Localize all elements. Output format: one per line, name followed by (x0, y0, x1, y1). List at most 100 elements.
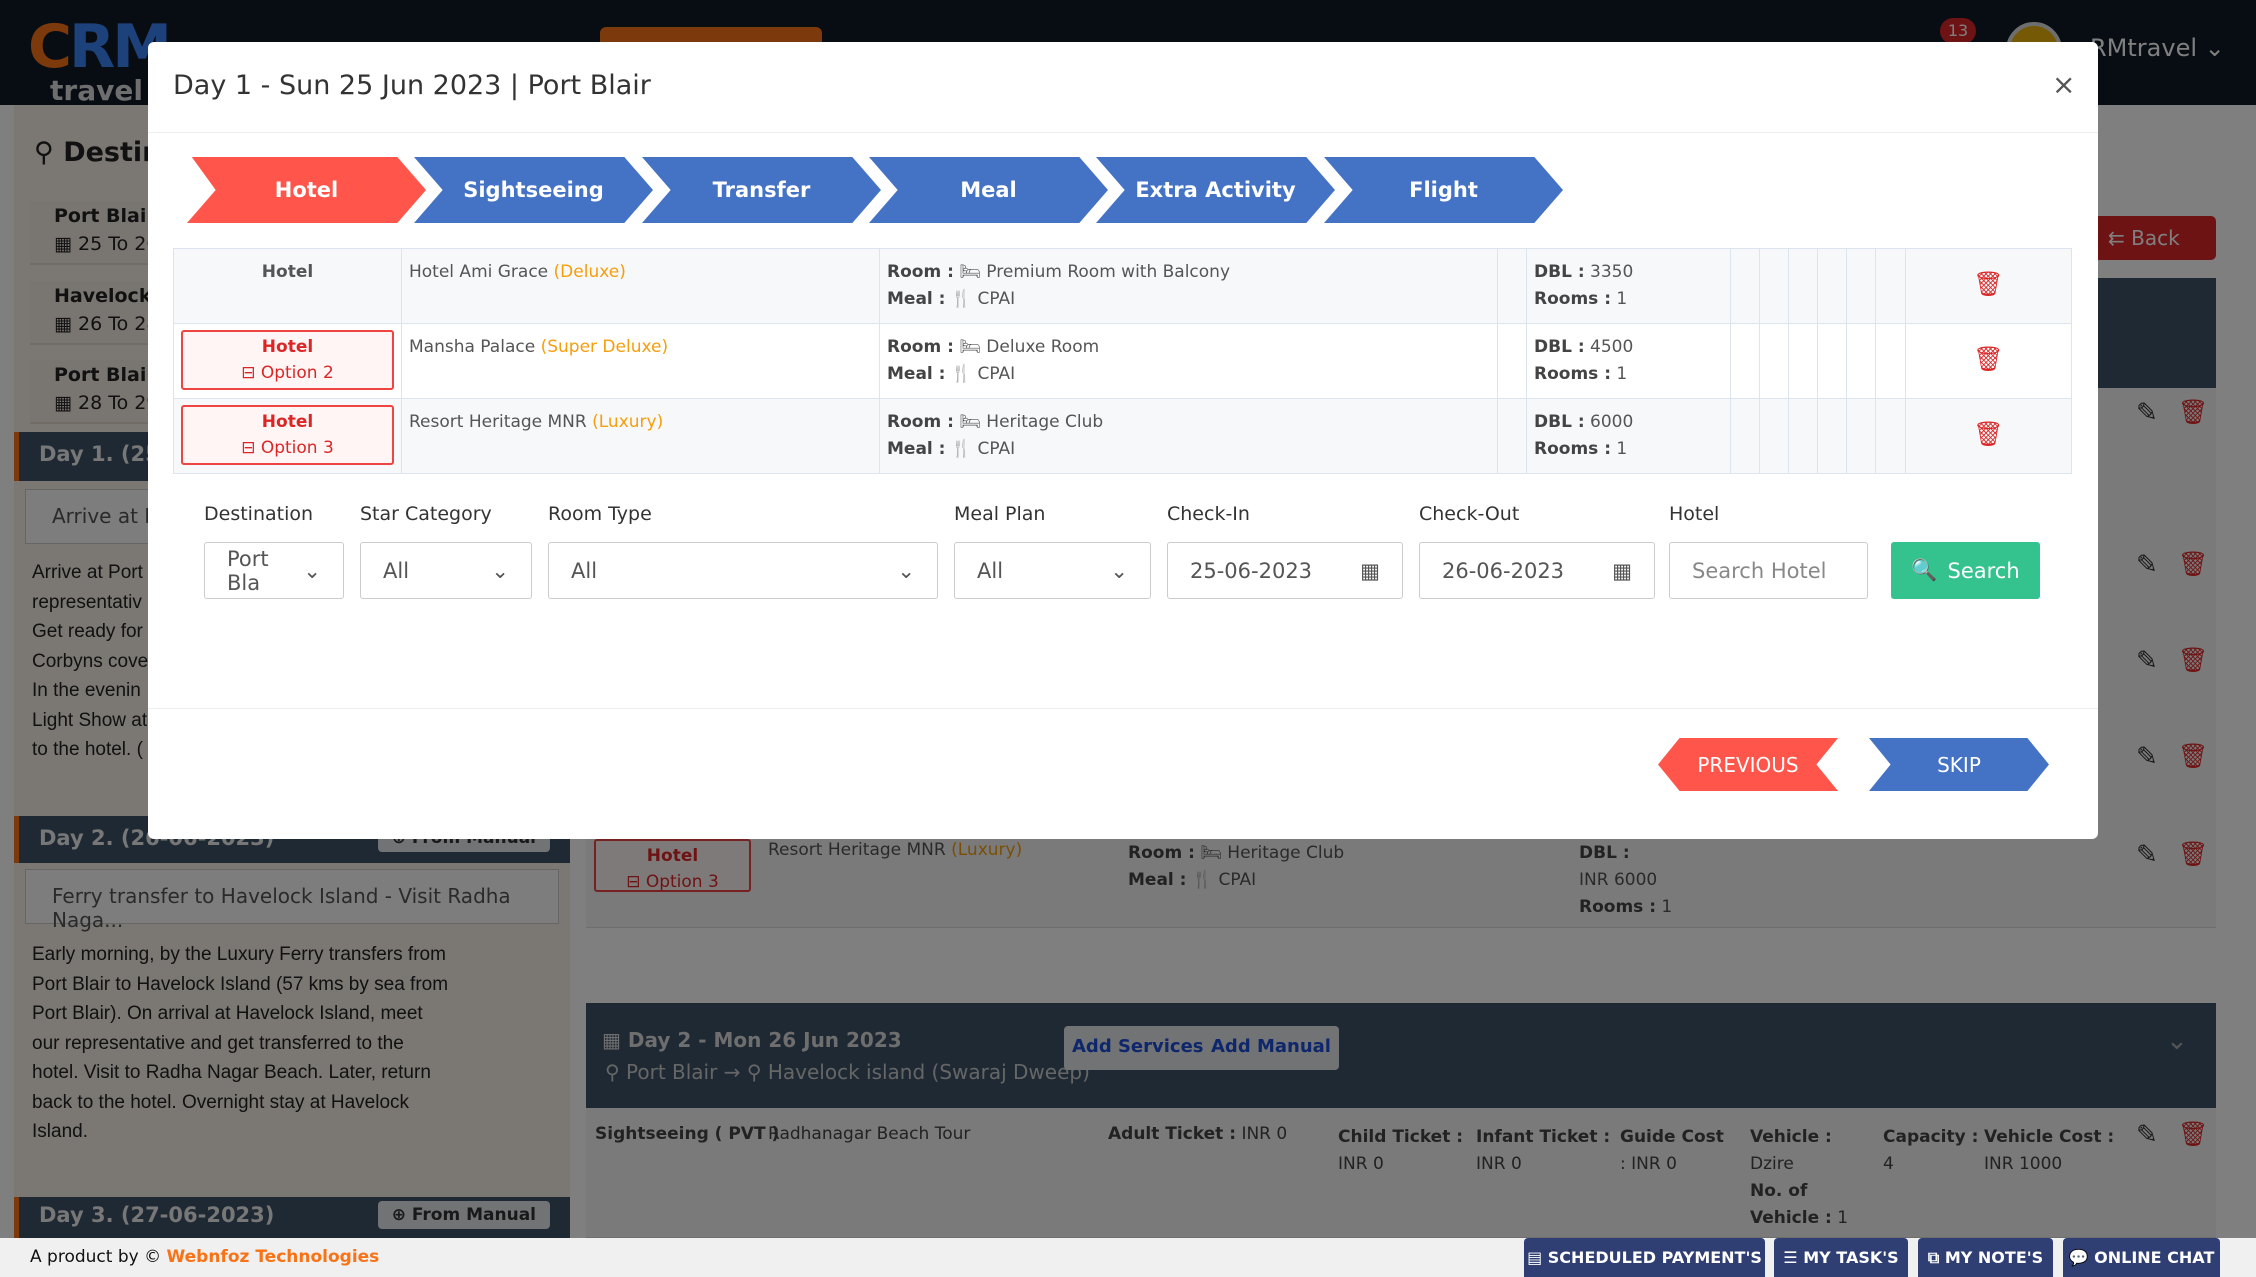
meal-label: Meal : (887, 364, 946, 384)
divider (148, 708, 2098, 709)
meal-plan-label: Meal Plan (954, 503, 1046, 525)
destination-select[interactable]: Port Bla ⌄ (204, 542, 344, 599)
meal-value: CPAI (977, 439, 1016, 459)
hotel-cell: Resort Heritage MNR (Luxury) (401, 398, 880, 474)
bed-icon: 🛏 (959, 337, 981, 357)
utensils-icon: 🍴 (950, 289, 973, 309)
room-type-label: Room Type (548, 503, 652, 525)
dbl-label: DBL : (1534, 412, 1585, 432)
hotel-category: (Super Deluxe) (540, 337, 669, 357)
bed-icon: 🛏 (959, 412, 981, 432)
trash-icon[interactable]: 🗑 (1973, 270, 2003, 298)
destination-label: Destination (204, 503, 314, 525)
check-out-input[interactable]: 26-06-2023 ▦ (1419, 542, 1655, 599)
meal-value: CPAI (977, 364, 1016, 384)
briefcase-icon: ⊟ (241, 438, 261, 458)
dbl-value: 3350 (1590, 262, 1634, 282)
room-label: Room : (887, 337, 954, 357)
room-value: Heritage Club (986, 412, 1104, 432)
hotel-type: Hotel (173, 248, 402, 324)
button-label: Search (1947, 558, 2020, 583)
search-button[interactable]: 🔍 Search (1891, 542, 2040, 599)
utensils-icon: 🍴 (950, 439, 973, 459)
trash-icon[interactable]: 🗑 (1973, 420, 2003, 448)
price-cell: DBL : 3350 Rooms : 1 (1526, 248, 1731, 324)
chevron-down-icon: ⌄ (303, 558, 321, 583)
footer-text: A product by © (30, 1247, 162, 1267)
button-label: MY NOTE'S (1944, 1248, 2044, 1267)
my-notes-button[interactable]: ⧉ MY NOTE'S (1918, 1238, 2053, 1277)
check-out-label: Check-Out (1419, 503, 1520, 525)
table-row: Hotel ⊟ Option 2 Mansha Palace (Super Del… (173, 323, 2072, 399)
input-value: 25-06-2023 (1190, 558, 1313, 583)
check-in-input[interactable]: 25-06-2023 ▦ (1167, 542, 1403, 599)
selected-value: All (977, 558, 1004, 583)
check-in-label: Check-In (1167, 503, 1250, 525)
table-row: Hotel ⊟ Option 3 Resort Heritage MNR (Lux… (173, 398, 2072, 474)
notes-icon: ⧉ (1927, 1248, 1945, 1267)
table-row: Hotel Hotel Ami Grace (Deluxe) Room : 🛏 … (173, 248, 2072, 324)
button-label: SCHEDULED PAYMENT'S (1547, 1248, 1762, 1267)
room-label: Room : (887, 412, 954, 432)
input-value: 26-06-2023 (1442, 558, 1565, 583)
search-icon: 🔍 (1911, 558, 1938, 582)
hotel-option-2-badge[interactable]: Hotel ⊟ Option 2 (181, 330, 394, 390)
divider (148, 132, 2098, 133)
selected-value: All (383, 558, 410, 583)
option-type: Hotel (261, 337, 314, 357)
modal-title: Day 1 - Sun 25 Jun 2023 | Port Blair (173, 70, 651, 101)
skip-button[interactable]: SKIP (1869, 738, 2049, 791)
chat-icon: 💬 (2068, 1248, 2095, 1267)
rooms-label: Rooms : (1534, 289, 1611, 309)
option-label: Option 2 (260, 363, 334, 383)
calendar-icon[interactable]: ▦ (1360, 559, 1380, 583)
input-placeholder: Search Hotel (1692, 558, 1827, 583)
rooms-value: 1 (1616, 289, 1628, 309)
room-meal-cell: Room : 🛏 Deluxe Room Meal : 🍴 CPAI (879, 323, 1498, 399)
trash-icon[interactable]: 🗑 (1973, 345, 2003, 373)
meal-plan-select[interactable]: All ⌄ (954, 542, 1151, 599)
rooms-label: Rooms : (1534, 364, 1611, 384)
list-icon: ☰ (1783, 1248, 1804, 1267)
online-chat-button[interactable]: 💬 ONLINE CHAT (2063, 1238, 2220, 1277)
hotel-name: Hotel Ami Grace (409, 262, 549, 282)
room-type-select[interactable]: All ⌄ (548, 542, 938, 599)
step-meal[interactable]: Meal (869, 157, 1108, 223)
calendar-icon[interactable]: ▦ (1612, 559, 1632, 583)
room-label: Room : (887, 262, 954, 282)
step-hotel[interactable]: Hotel (187, 157, 426, 223)
meal-value: CPAI (977, 289, 1016, 309)
hotel-label: Hotel (1669, 503, 1720, 525)
step-sightseeing[interactable]: Sightseeing (414, 157, 653, 223)
rooms-value: 1 (1616, 364, 1628, 384)
dbl-label: DBL : (1534, 262, 1585, 282)
hotel-option-3-badge[interactable]: Hotel⊟ Option 3 (181, 405, 394, 465)
step-extra-activity[interactable]: Extra Activity (1096, 157, 1335, 223)
star-category-label: Star Category (360, 503, 492, 525)
selected-hotels-table: Hotel Hotel Ami Grace (Deluxe) Room : 🛏 … (173, 248, 2072, 474)
footer-brand-link[interactable]: Webnfoz Technologies (166, 1247, 379, 1267)
close-icon[interactable]: × (2052, 68, 2075, 101)
price-cell: DBL : 6000 Rooms : 1 (1526, 398, 1731, 474)
previous-button[interactable]: PREVIOUS (1658, 738, 1838, 791)
search-hotel-input[interactable]: Search Hotel (1669, 542, 1868, 599)
receipt-icon: ▤ (1527, 1248, 1548, 1267)
room-meal-cell: Room : 🛏 Heritage Club Meal : 🍴 CPAI (879, 398, 1498, 474)
chevron-down-icon: ⌄ (491, 558, 509, 583)
button-label: MY TASK'S (1803, 1248, 1899, 1267)
hotel-cell: Mansha Palace (Super Deluxe) (401, 323, 880, 399)
star-category-select[interactable]: All ⌄ (360, 542, 532, 599)
hotel-cell: Hotel Ami Grace (Deluxe) (401, 248, 880, 324)
chevron-down-icon: ⌄ (1110, 558, 1128, 583)
scheduled-payments-button[interactable]: ▤ SCHEDULED PAYMENT'S (1524, 1238, 1765, 1277)
my-tasks-button[interactable]: ☰ MY TASK'S (1774, 1238, 1908, 1277)
dbl-label: DBL : (1534, 337, 1585, 357)
hotel-category: (Deluxe) (553, 262, 626, 282)
step-flight[interactable]: Flight (1324, 157, 1563, 223)
rooms-value: 1 (1616, 439, 1628, 459)
room-meal-cell: Room : 🛏 Premium Room with Balcony Meal :… (879, 248, 1498, 324)
step-transfer[interactable]: Transfer (642, 157, 881, 223)
hotel-category: (Luxury) (592, 412, 664, 432)
dbl-value: 6000 (1590, 412, 1634, 432)
rooms-label: Rooms : (1534, 439, 1611, 459)
